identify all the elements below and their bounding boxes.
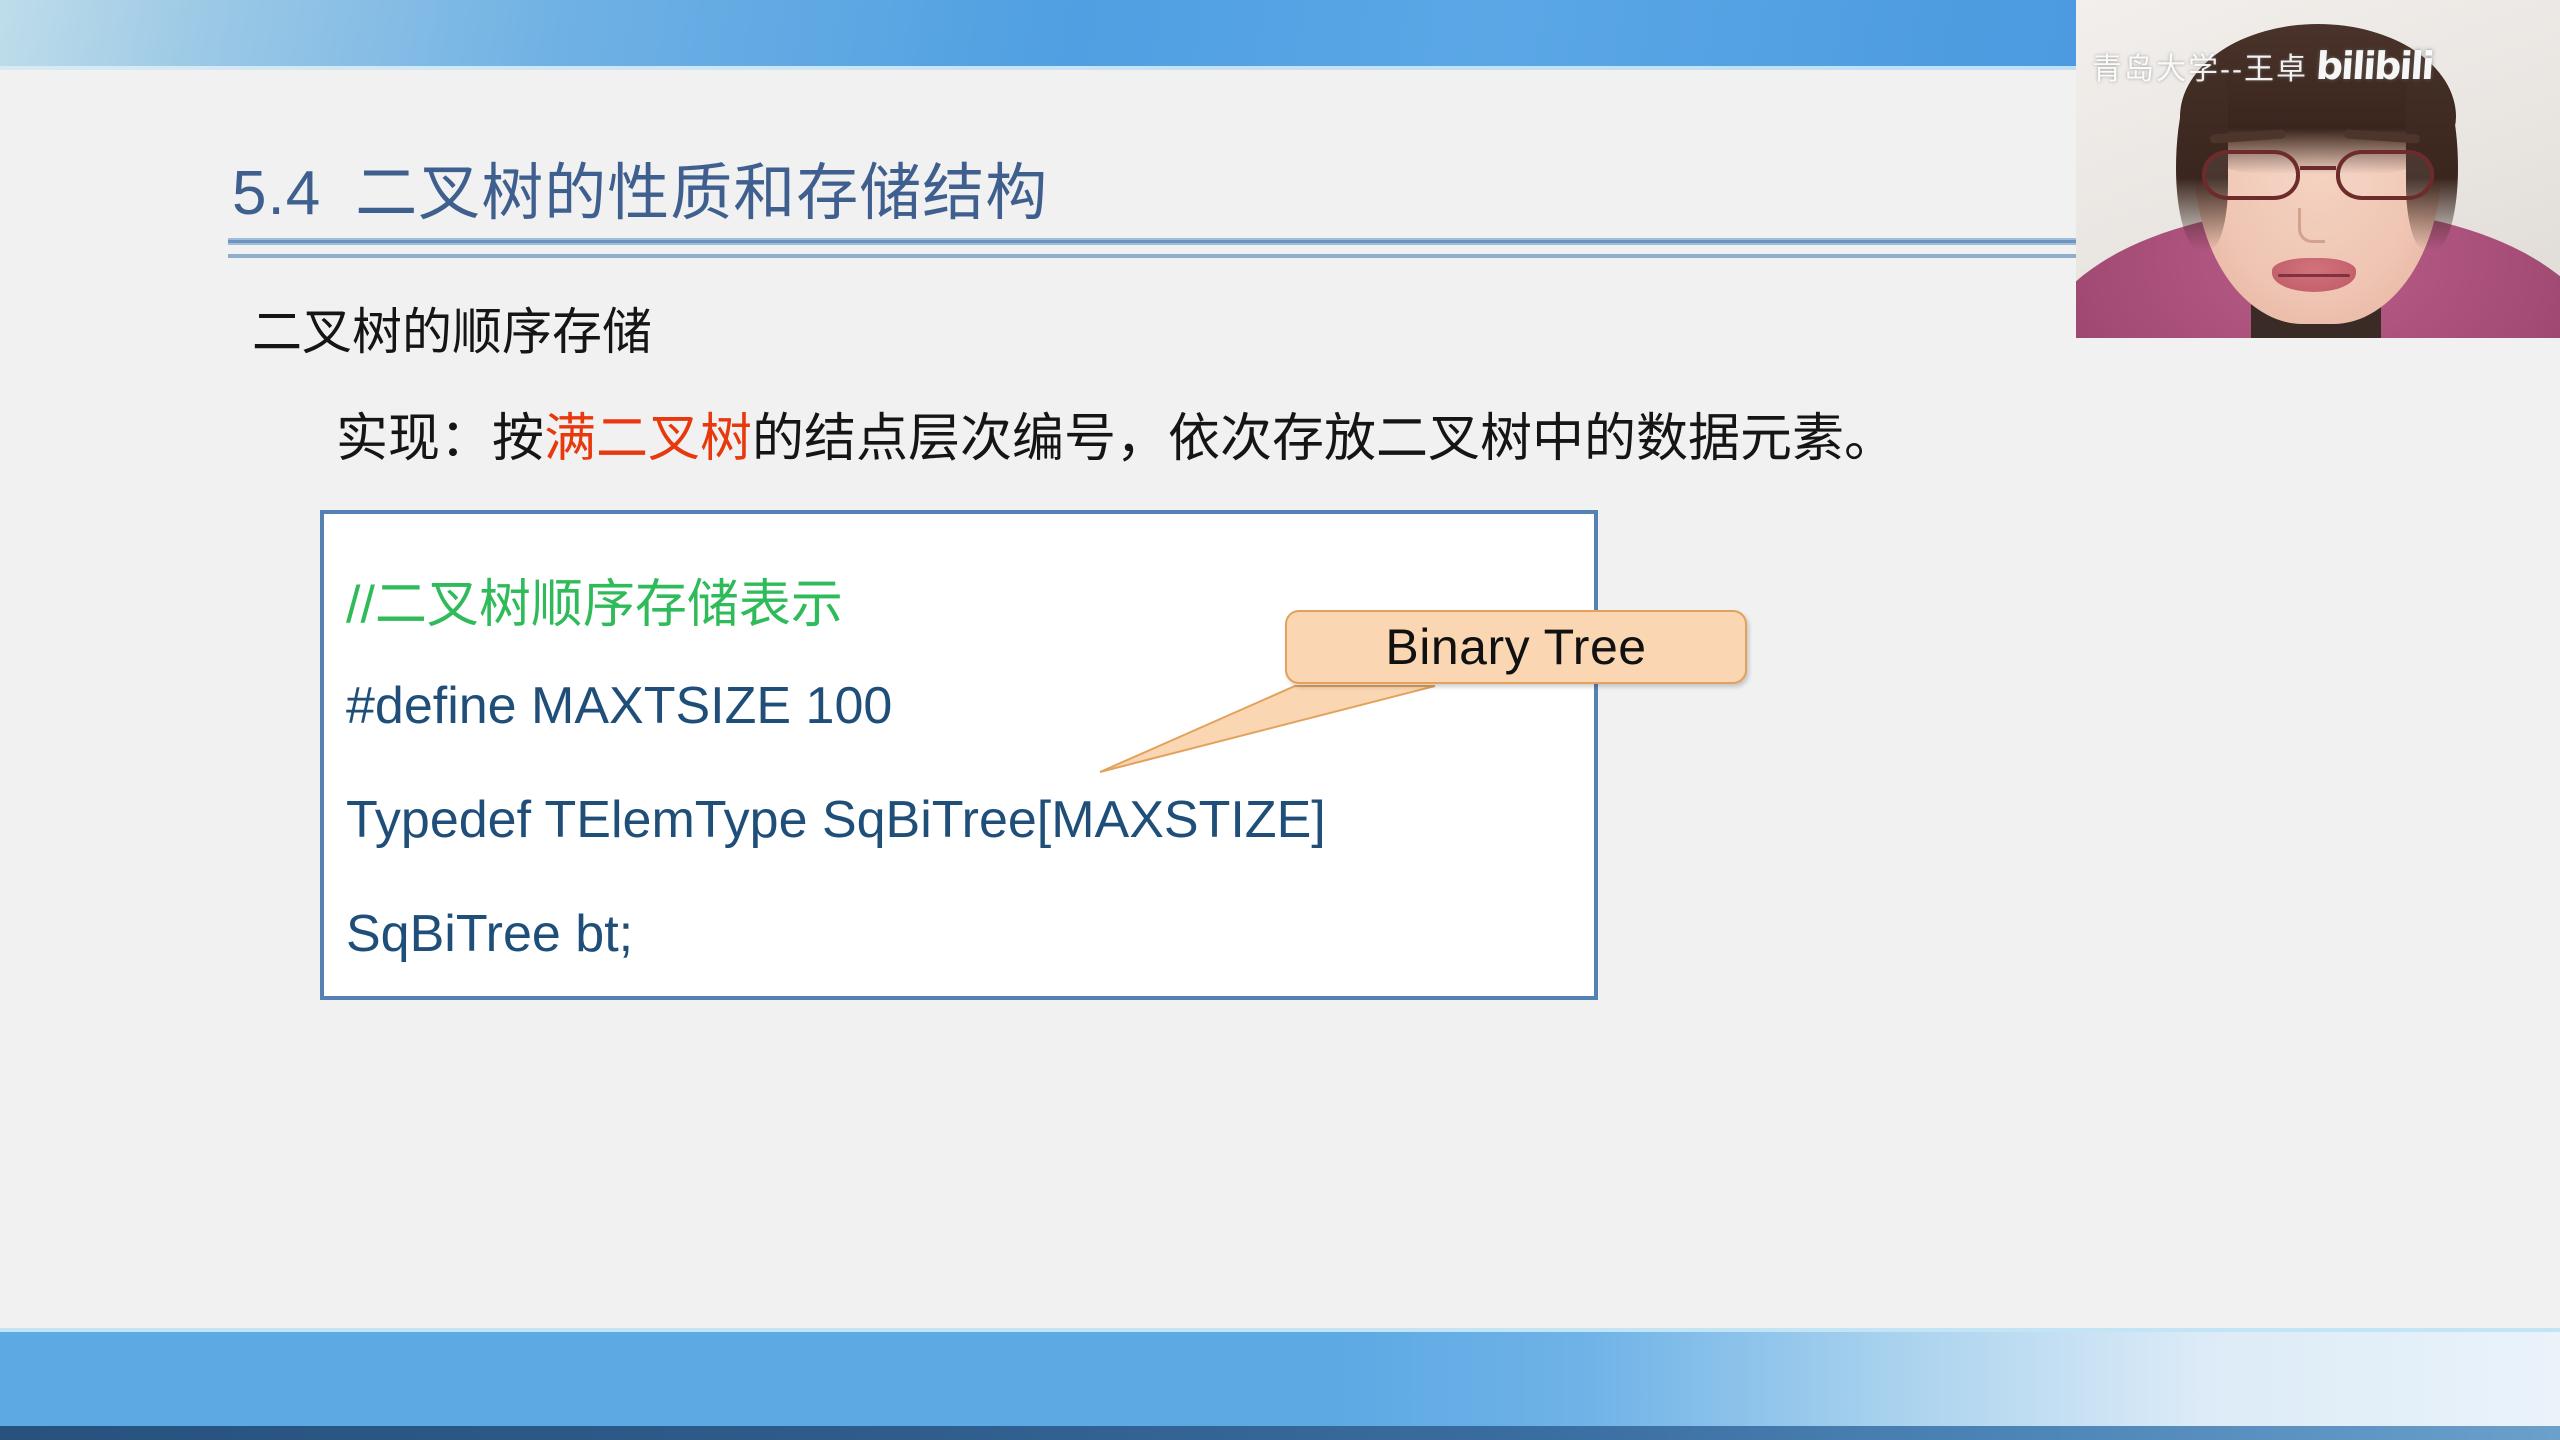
code-line-define: #define MAXTSIZE 100 [346, 677, 893, 735]
code-line-declaration: SqBiTree bt; [346, 905, 634, 963]
implementation-suffix: 的结点层次编号，依次存放二叉树中的数据元素。 [752, 410, 1897, 468]
slide-title: 5.4 二叉树的性质和存储结构 [232, 142, 1048, 232]
callout-label: Binary Tree [1385, 619, 1647, 675]
bilibili-logo-icon: bilibili [2314, 44, 2435, 88]
code-line-typedef: Typedef TElemType SqBiTree[MAXSTIZE] [346, 791, 1326, 849]
slide-footer: 《数据结构与算法基础》 1909 青岛大学 QINGDAO UNIVERSITY… [0, 1332, 2560, 1440]
implementation-highlight: 满二叉树 [544, 410, 753, 468]
title-rule-thin [228, 254, 2308, 258]
presenter-webcam-overlay[interactable]: 青岛大学--王卓 bilibili [2076, 0, 2560, 338]
implementation-sentence: 实现：按满二叉树的结点层次编号，依次存放二叉树中的数据元素。 [336, 396, 1896, 471]
presenter-nose [2298, 208, 2325, 243]
webcam-watermark: 青岛大学--王卓 bilibili [2092, 44, 2435, 88]
glasses-lens-left [2202, 150, 2300, 200]
glasses-lens-right [2336, 150, 2434, 200]
callout-bubble: Binary Tree [1285, 610, 1747, 684]
binary-tree-callout: Binary Tree [1080, 590, 1800, 790]
footer-bottom-strip [0, 1426, 2560, 1440]
watermark-text: 青岛大学--王卓 [2092, 53, 2308, 86]
title-rule-thick [228, 238, 2308, 245]
glasses-bridge [2300, 166, 2336, 170]
presenter-glasses-icon [2202, 150, 2434, 202]
code-line-comment: //二叉树顺序存储表示 [346, 576, 843, 634]
presenter-mouth-line [2278, 274, 2350, 277]
slide-title-text: 二叉树的性质和存储结构 [355, 159, 1049, 228]
slide-title-number: 5.4 [232, 159, 322, 228]
implementation-prefix: 实现：按 [336, 410, 545, 468]
presentation-slide: 5.4 二叉树的性质和存储结构 二叉树的顺序存储 实现：按满二叉树的结点层次编号，… [0, 0, 2560, 1440]
section-subheading: 二叉树的顺序存储 [252, 304, 652, 360]
